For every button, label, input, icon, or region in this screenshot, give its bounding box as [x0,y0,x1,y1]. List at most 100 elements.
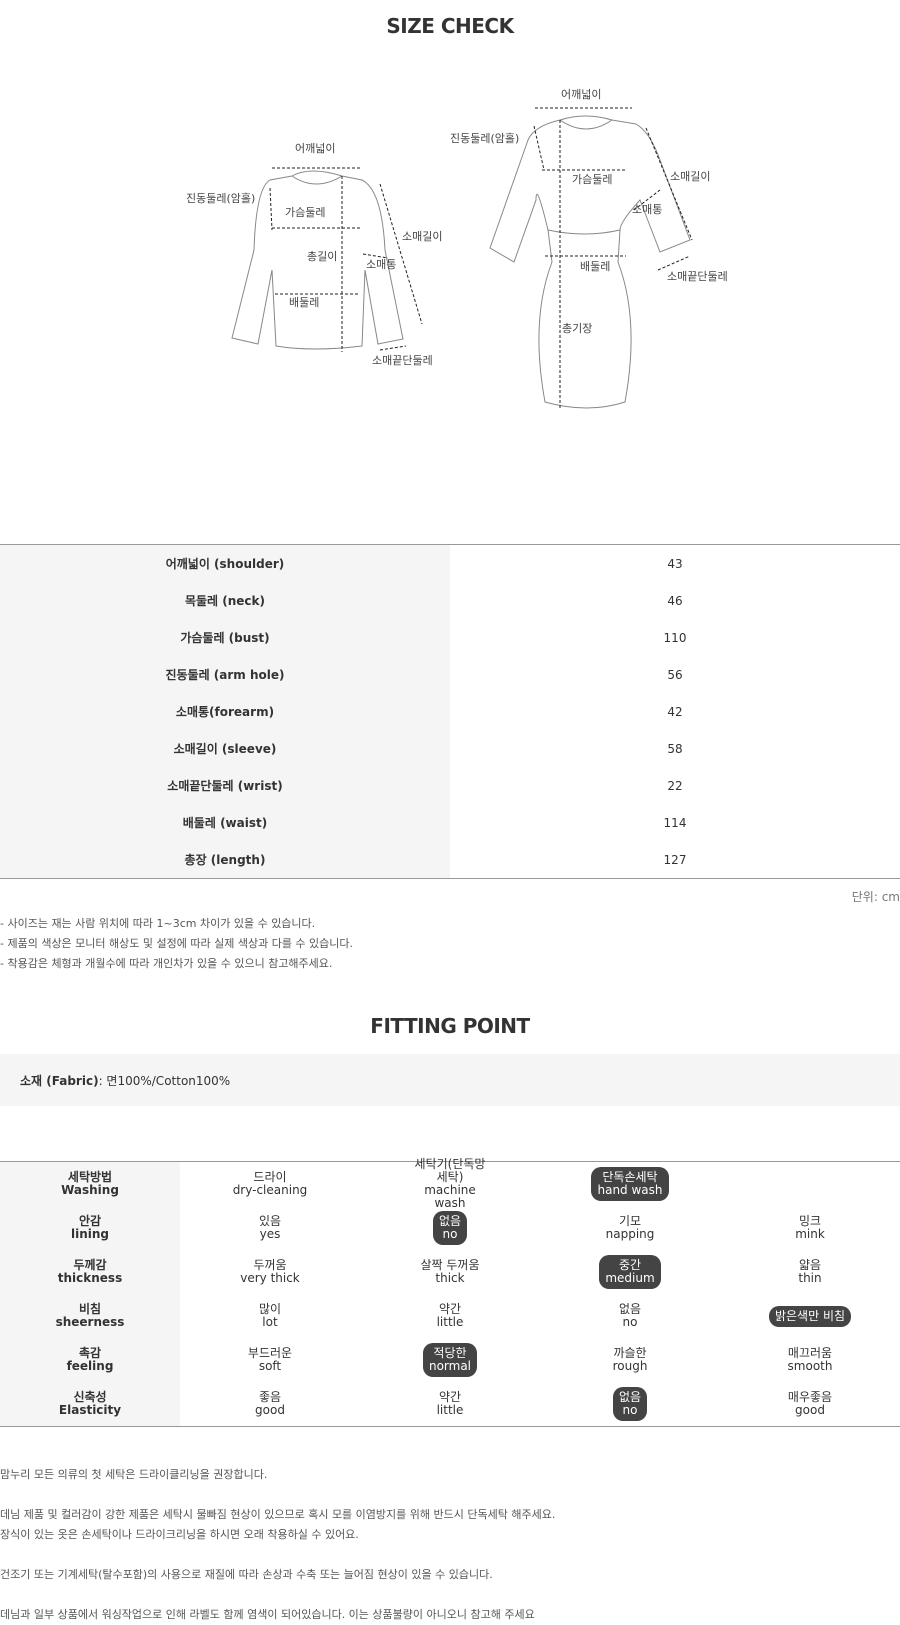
fitting-row-header: 비침 sheerness [0,1294,180,1338]
fitting-row: 두께감 thickness 두꺼움 very thick 살짝 두꺼움 thick 중간 me… [0,1250,900,1294]
size-row: 소매끝단둘레 (wrist) 22 [0,767,900,804]
care-note: 장식이 있는 옷은 손세탁이나 드라이크리닝을 하시면 오래 착용하실 수 있어… [0,1528,359,1541]
fitting-cell [720,1162,900,1206]
fitting-option: 살짝 두꺼움 thick [414,1255,485,1289]
option-en: thick [435,1271,465,1285]
dress-label-bust: 가슴둘레 [572,173,612,186]
fitting-row: 촉감 feeling 부드러운 soft 적당한 normal 까슬한 rough 매끄러움 sm… [0,1338,900,1382]
option-en: mink [795,1227,825,1241]
fitting-option: 부드러운 soft [242,1343,298,1377]
option-en: thin [798,1271,822,1285]
fitting-option: 매끄러움 smooth [782,1343,839,1377]
size-row-value: 110 [663,630,687,645]
option-en: little [436,1315,464,1329]
fitting-option-selected: 중간 medium [599,1255,661,1289]
fitting-cell: 밝은색만 비침 [720,1294,900,1338]
fitting-row: 안감 lining 있음 yes 없음 no 기모 napping 밍크 mink [0,1206,900,1250]
size-note: - 착용감은 체형과 개월수에 따라 개인차가 있을 수 있으니 참고해주세요. [0,957,333,970]
size-row-label: 어깨넓이 (shoulder) [0,545,450,582]
fitting-cell: 많이 lot [180,1294,360,1338]
option-ko: 밝은색만 비침 [774,1308,846,1323]
fitting-cell: 없음 no [540,1382,720,1426]
fitting-option-selected: 적당한 normal [422,1343,478,1377]
care-note: 데님과 일부 상품에서 워싱작업으로 인해 라벨도 함께 염색이 되어있습니다.… [0,1608,535,1621]
option-en: medium [605,1271,655,1285]
option-en: smooth [787,1359,833,1373]
option-en: normal [428,1359,472,1373]
fitting-cell: 부드러운 soft [180,1338,360,1382]
fitting-cell: 세탁기(단독망세탁) machine wash [360,1158,540,1210]
fitting-header-en: lining [70,1227,109,1241]
fitting-cell: 두꺼움 very thick [180,1250,360,1294]
size-row-label: 배둘레 (waist) [0,804,450,841]
care-note: 데님 제품 및 컬러감이 강한 제품은 세탁시 물빠짐 현상이 있으므로 혹시 … [0,1508,556,1521]
top-label-shoulder: 어깨넓이 [295,142,335,155]
fitting-cell: 매끄러움 smooth [720,1338,900,1382]
top-label-armhole: 진동둘레(암홀) [186,192,255,205]
size-diagram: 어깨넓이 진동둘레(암홀) 가슴둘레 총길이 소매통 소매길이 배둘레 소매끝단… [186,88,728,410]
fitting-option: 두꺼움 very thick [234,1255,306,1289]
fitting-point-title: FITTING POINT [370,1014,530,1038]
dress-label-armhole: 진동둘레(암홀) [450,132,519,145]
fitting-row: 신축성 Elasticity 좋음 good 약간 little 없음 no 매우좋음 good [0,1382,900,1426]
fitting-header-en: feeling [66,1359,114,1373]
option-en: napping [605,1227,655,1241]
fitting-option: 드라이 dry-cleaning [227,1167,314,1201]
option-en: good [255,1403,285,1417]
top-label-bust: 가슴둘레 [285,206,325,219]
size-row: 가슴둘레 (bust) 110 [0,619,900,656]
option-en: dry-cleaning [232,1183,308,1197]
size-row-label: 소매통(forearm) [0,693,450,730]
size-row: 목둘레 (neck) 46 [0,582,900,619]
top-measure-lines [269,167,423,352]
fitting-option-selected: 없음 no [612,1387,648,1421]
size-row-value: 56 [667,667,683,682]
fitting-option-selected: 없음 no [432,1211,468,1245]
fitting-row-header: 두께감 thickness [0,1250,180,1294]
size-row-label: 목둘레 (neck) [0,582,450,619]
fitting-cell: 있음 yes [180,1206,360,1250]
fitting-table: 세탁방법 Washing 드라이 dry-cleaning 세탁기(단독망세탁) mach… [0,1158,900,1427]
fitting-cell: 없음 no [360,1206,540,1250]
size-row-value: 42 [667,704,683,719]
fitting-row-header: 촉감 feeling [0,1338,180,1382]
fabric-label: 소재 (Fabric) [20,1073,99,1088]
fitting-option: 좋음 good [249,1387,291,1421]
fitting-cell: 단독손세탁 hand wash [540,1162,720,1206]
size-row: 배둘레 (waist) 114 [0,804,900,841]
fitting-option: 약간 little [431,1299,470,1333]
size-row-value: 22 [667,778,683,793]
top-label-forearm: 소매통 [366,258,396,271]
dress-label-length: 총기장 [562,322,592,335]
size-notes: - 사이즈는 재는 사람 위치에 따라 1~3cm 차이가 있을 수 있습니다.… [0,914,353,974]
size-row-value: 127 [663,852,687,867]
size-row-value: 43 [667,556,683,571]
size-row-label: 소매길이 (sleeve) [0,730,450,767]
top-label-waist: 배둘레 [289,296,319,309]
dress-label-waist: 배둘레 [580,260,610,273]
size-row-value: 114 [663,815,687,830]
option-en: no [622,1315,638,1329]
fitting-cell: 약간 little [360,1294,540,1338]
size-row: 어깨넓이 (shoulder) 43 [0,545,900,582]
fitting-header-en: Washing [61,1183,119,1197]
option-en: very thick [240,1271,300,1285]
fitting-cell: 살짝 두꺼움 thick [360,1250,540,1294]
dress-label-sleeve: 소매길이 [670,170,710,183]
size-row: 진동둘레 (arm hole) 56 [0,656,900,693]
option-en: no [622,1403,638,1417]
option-en: lot [262,1315,278,1329]
size-note: - 제품의 색상은 모니터 해상도 및 설정에 따라 실제 색상과 다를 수 있… [0,937,354,950]
top-label-sleeve: 소매길이 [402,230,442,243]
fabric-value: : 면100%/Cotton100% [98,1073,231,1088]
fitting-option: 기모 napping [600,1211,661,1245]
fitting-row: 비침 sheerness 많이 lot 약간 little 없음 no 밝은색만 비침 [0,1294,900,1338]
fitting-row-header: 신축성 Elasticity [0,1382,180,1426]
fitting-cell: 얇음 thin [720,1250,900,1294]
fitting-row-header: 세탁방법 Washing [0,1162,180,1206]
option-en: no [442,1227,458,1241]
fitting-option: 매우좋음 good [782,1387,838,1421]
care-note: 맘누리 모든 의류의 첫 세탁은 드라이클리닝을 권장합니다. [0,1468,268,1481]
fitting-header-en: sheerness [55,1315,125,1329]
fitting-cell: 매우좋음 good [720,1382,900,1426]
